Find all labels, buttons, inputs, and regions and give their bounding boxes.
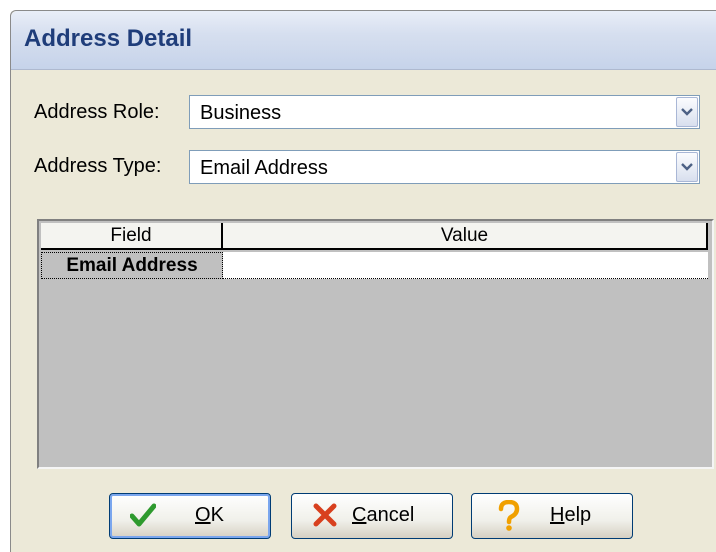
chevron-down-icon bbox=[681, 108, 693, 116]
address-role-combobox[interactable]: Business bbox=[189, 95, 700, 129]
grid-row-value-cell[interactable] bbox=[223, 252, 708, 279]
address-type-label: Address Type: bbox=[34, 155, 162, 177]
cancel-button[interactable]: Cancel bbox=[291, 493, 453, 539]
question-icon bbox=[498, 499, 520, 537]
title-bar: Address Detail bbox=[11, 11, 716, 70]
ok-button-label: OK bbox=[195, 504, 224, 526]
address-role-label: Address Role: bbox=[34, 101, 160, 123]
chevron-down-icon bbox=[681, 163, 693, 171]
help-button-label: Help bbox=[550, 504, 592, 526]
address-fields-grid: Field Value Email Address bbox=[37, 219, 714, 469]
address-role-value: Business bbox=[200, 102, 282, 124]
grid-row-field-cell[interactable]: Email Address bbox=[41, 252, 223, 279]
address-type-dropdown-button[interactable] bbox=[676, 152, 698, 182]
address-detail-dialog: Address Detail Address Role: Business Ad… bbox=[10, 10, 716, 552]
address-type-combobox[interactable]: Email Address bbox=[189, 150, 700, 184]
column-header-field[interactable]: Field bbox=[41, 223, 223, 250]
check-icon bbox=[129, 502, 157, 533]
cancel-button-label: Cancel bbox=[352, 504, 415, 526]
x-icon bbox=[312, 502, 338, 533]
address-type-value: Email Address bbox=[200, 157, 328, 179]
help-button[interactable]: Help bbox=[471, 493, 633, 539]
address-role-dropdown-button[interactable] bbox=[676, 97, 698, 127]
dialog-title: Address Detail bbox=[24, 25, 193, 52]
ok-button[interactable]: OK bbox=[109, 493, 271, 539]
column-header-value[interactable]: Value bbox=[223, 223, 708, 250]
